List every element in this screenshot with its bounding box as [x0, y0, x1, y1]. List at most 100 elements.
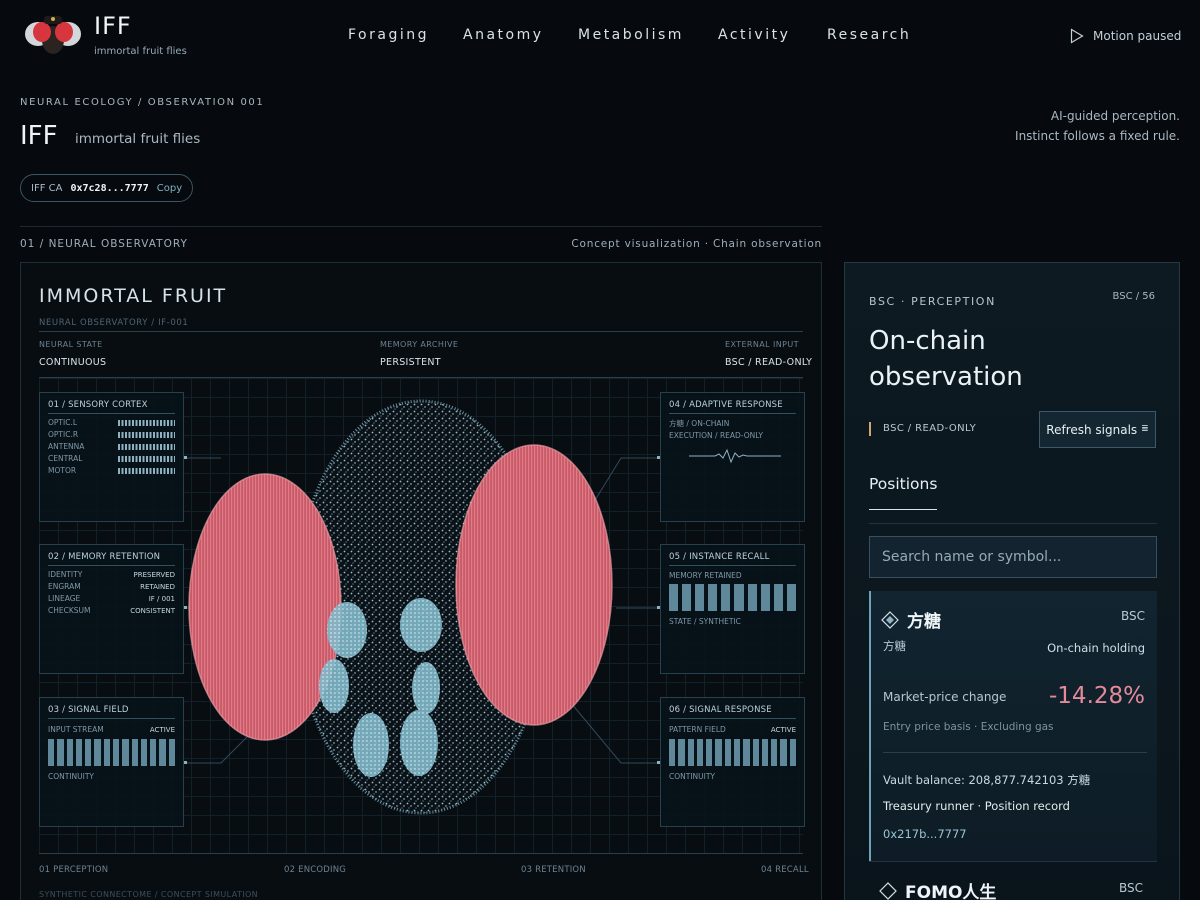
card-footer: STATE / SYNTHETIC	[669, 617, 741, 626]
row-value: IF / 001	[148, 594, 175, 603]
nav-research[interactable]: Research	[827, 27, 911, 43]
nav-foraging[interactable]: Foraging	[348, 27, 429, 43]
tab-active-indicator	[869, 509, 937, 510]
row-label: PATTERN FIELD	[669, 725, 726, 734]
play-icon	[1070, 28, 1084, 44]
card-row: MOTOR	[48, 466, 175, 475]
card-footer: CONTINUITY	[669, 772, 716, 781]
card-title: 02 / MEMORY RETENTION	[48, 552, 175, 566]
tagline-line-1: AI-guided perception.	[1050, 109, 1180, 123]
card-line: 方糖 / ON-CHAIN	[669, 419, 730, 428]
refresh-signals-button[interactable]: Refresh signals ≣	[1039, 411, 1156, 448]
breadcrumb: NEURAL ECOLOGY / OBSERVATION 001	[20, 97, 265, 108]
activity-ticks	[118, 467, 175, 474]
row-label: ANTENNA	[48, 442, 85, 451]
card-row: CHECKSUM CONSISTENT	[48, 606, 175, 615]
row-value: ACTIVE	[149, 725, 175, 734]
card-row: OPTIC.L	[48, 418, 175, 427]
row-value: PRESERVED	[133, 570, 175, 579]
row-label: LINEAGE	[48, 594, 81, 603]
position-status: On-chain holding	[1047, 641, 1145, 655]
divider	[869, 523, 1157, 524]
metric-value: -14.28%	[1049, 683, 1145, 709]
card-title: 04 / ADAPTIVE RESPONSE	[669, 400, 796, 414]
card-signal-field: 03 / SIGNAL FIELD INPUT STREAM ACTIVE CON…	[39, 697, 184, 827]
position-address-link[interactable]: 0x217b...7777	[883, 827, 967, 841]
card-row: PATTERN FIELD ACTIVE	[669, 725, 796, 734]
refresh-label: Refresh signals	[1046, 422, 1138, 437]
tagline: AI-guided perception. Instinct follows a…	[1015, 106, 1180, 146]
card-row: INPUT STREAM ACTIVE	[48, 725, 175, 734]
card-sensory-cortex: 01 / SENSORY CORTEX OPTIC.L OPTIC.R ANTE…	[39, 392, 184, 522]
tab-positions[interactable]: Positions	[869, 475, 937, 493]
divider	[869, 861, 1157, 862]
signal-bars	[48, 739, 175, 766]
card-title: 03 / SIGNAL FIELD	[48, 705, 175, 719]
vault-balance: Vault balance: 208,877.742103 方糖	[883, 773, 1091, 787]
treasury-runner: Treasury runner · Position record	[883, 799, 1070, 813]
position-chain: BSC	[1118, 881, 1143, 895]
motion-toggle[interactable]: Motion paused	[1070, 28, 1181, 44]
stage-encoding: 02 ENCODING	[284, 865, 347, 875]
motion-label: Motion paused	[1093, 29, 1182, 43]
card-instance-recall: 05 / INSTANCE RECALL MEMORY RETAINED STA…	[660, 544, 805, 674]
card-row: ENGRAM RETAINED	[48, 582, 175, 591]
card-row: OPTIC.R	[48, 430, 175, 439]
card-row: IDENTITY PRESERVED	[48, 570, 175, 579]
panel-kicker: BSC · PERCEPTION	[869, 295, 996, 308]
row-label: INPUT STREAM	[48, 725, 104, 734]
card-signal-response: 06 / SIGNAL RESPONSE PATTERN FIELD ACTIVE…	[660, 697, 805, 827]
metric-label: Market-price change	[883, 690, 1007, 704]
activity-ticks	[118, 419, 175, 426]
section-label: 01 / NEURAL OBSERVATORY	[20, 238, 188, 250]
row-value: ACTIVE	[770, 725, 796, 734]
observatory-footer: SYNTHETIC CONNECTOME / CONCEPT SIMULATIO…	[39, 890, 259, 899]
brand-title: IFF	[94, 12, 132, 40]
activity-ticks	[118, 455, 175, 462]
fly-logo-icon[interactable]	[24, 10, 82, 60]
onchain-observation-panel: BSC · PERCEPTION BSC / 56 On-chain obser…	[844, 262, 1180, 900]
neural-observatory-panel: IMMORTAL FRUIT NEURAL OBSERVATORY / IF-0…	[20, 262, 822, 900]
nav-anatomy[interactable]: Anatomy	[463, 27, 544, 43]
nav-activity[interactable]: Activity	[718, 27, 790, 43]
diamond-outline-icon	[879, 882, 897, 900]
divider	[883, 752, 1147, 753]
row-label: OPTIC.L	[48, 418, 78, 427]
nav-metabolism[interactable]: Metabolism	[578, 27, 684, 43]
row-label: CENTRAL	[48, 454, 83, 463]
card-label: MEMORY RETAINED	[669, 571, 742, 580]
top-navigation: IFF immortal fruit flies Foraging Anatom…	[0, 0, 1200, 72]
row-label: CHECKSUM	[48, 606, 91, 615]
tagline-line-2: Instinct follows a fixed rule.	[1015, 129, 1180, 143]
stage-retention: 03 RETENTION	[521, 865, 586, 875]
page-subtitle: immortal fruit flies	[75, 131, 201, 147]
card-footer: CONTINUITY	[48, 772, 95, 781]
row-label: OPTIC.R	[48, 430, 79, 439]
row-value: CONSISTENT	[130, 606, 175, 615]
row-value: RETAINED	[140, 582, 175, 591]
metric-basis: Entry price basis · Excluding gas	[883, 721, 1054, 733]
card-line: EXECUTION / READ-ONLY	[669, 431, 763, 440]
panel-title: On-chain observation	[869, 326, 1023, 392]
page-title: IFF	[20, 121, 58, 151]
search-input[interactable]	[869, 536, 1157, 578]
activity-ticks	[118, 443, 175, 450]
card-title: 05 / INSTANCE RECALL	[669, 552, 796, 566]
mode-badge: BSC / READ-ONLY	[869, 422, 976, 436]
divider	[39, 853, 803, 854]
copy-button[interactable]: Copy	[157, 183, 182, 194]
stage-perception: 01 PERCEPTION	[39, 865, 109, 875]
position-name: 方糖	[907, 612, 941, 632]
row-label: MOTOR	[48, 466, 77, 475]
contract-address-pill: IFF CA 0x7c28...7777 Copy	[20, 174, 194, 202]
recall-bars	[669, 584, 796, 611]
waveform-icon	[689, 448, 781, 464]
section-divider	[20, 226, 822, 227]
position-chain: BSC	[1120, 609, 1145, 623]
card-title: 01 / SENSORY CORTEX	[48, 400, 175, 414]
diamond-icon	[881, 611, 899, 629]
brand-subtitle: immortal fruit flies	[94, 46, 187, 57]
position-card[interactable]: 方糖 BSC 方糖 On-chain holding Market-price …	[869, 591, 1157, 861]
card-title: 06 / SIGNAL RESPONSE	[669, 705, 796, 719]
position-name[interactable]: FOMO人生	[905, 878, 996, 900]
